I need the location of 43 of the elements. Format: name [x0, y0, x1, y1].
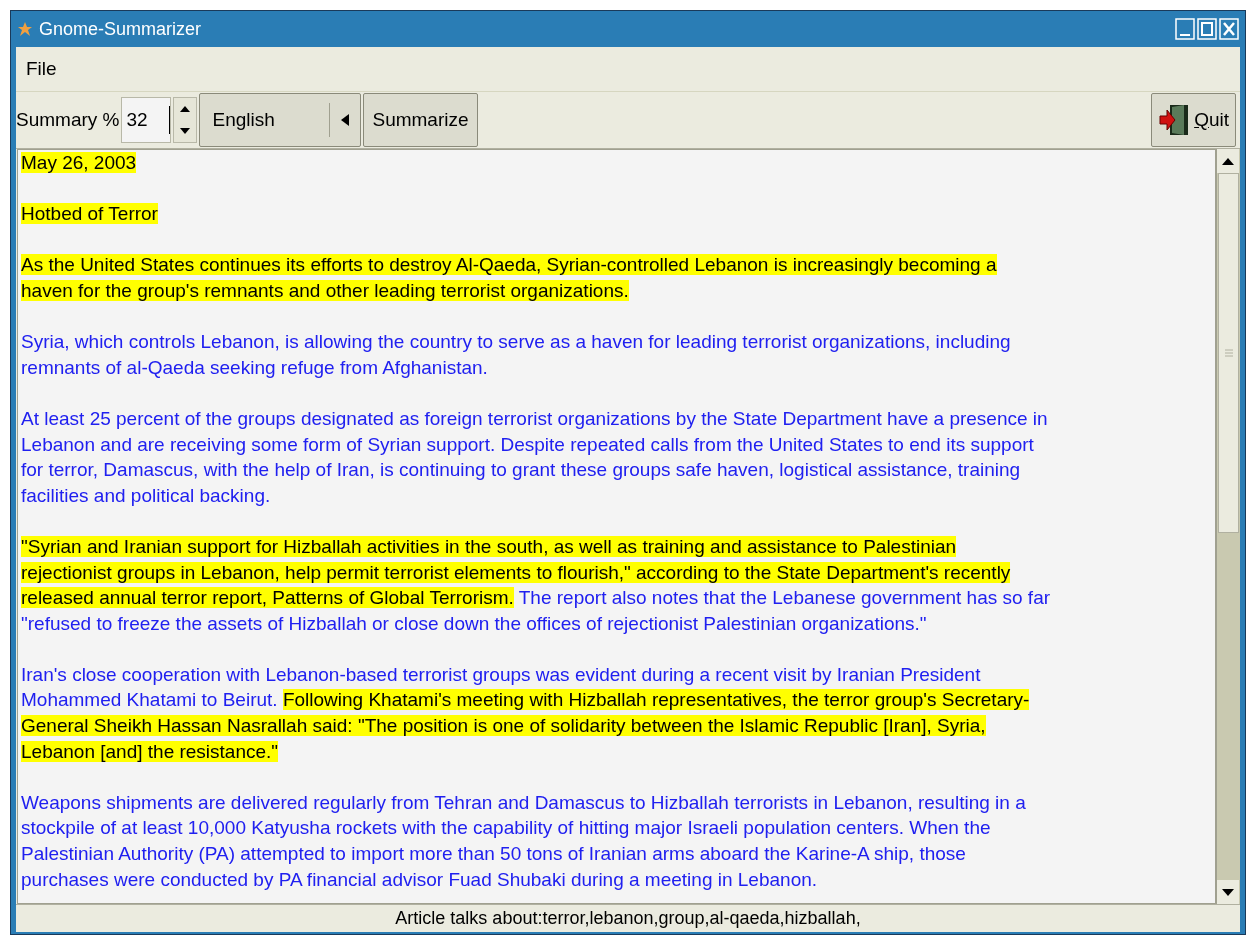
scrollbar[interactable]	[1216, 149, 1240, 904]
quit-button[interactable]: Quit	[1151, 93, 1236, 147]
close-icon[interactable]	[1219, 18, 1239, 40]
star-icon	[17, 21, 33, 37]
article-text: for terror, Damascus, with the help of Iran, is continuing to grant these groups safe haven, logistical assistance, training	[21, 459, 1021, 481]
spin-arrows-icon[interactable]	[173, 97, 198, 143]
article-text: At least 25 percent of the groups designated as foreign terrorist organizations by the State Department have a presence in	[21, 407, 1048, 429]
language-dropdown[interactable]: English	[199, 93, 362, 147]
article-text: Syria, which controls Lebanon, is allowing the country to serve as a haven for leading terrorist organizations, including	[21, 331, 1011, 353]
article-text: Lebanon and are receiving some form of Syrian support. Despite repeated calls from the United States to end its support	[21, 433, 1034, 455]
exit-door-icon	[1158, 103, 1191, 137]
maximize-icon[interactable]	[1197, 18, 1217, 40]
scroll-down-icon[interactable]	[1217, 880, 1239, 904]
highlighted-text: haven for the group's remnants and other leading terrorist organizations.	[21, 279, 629, 301]
article-text: purchases were conducted by PA financial advisor Fuad Shubaki during a meeting in Lebanon.	[21, 868, 818, 890]
article-text: The report also notes that the Lebanese government has so far	[517, 587, 1051, 609]
highlighted-text: Lebanon [and] the resistance."	[21, 740, 279, 762]
article-text: Weapons shipments are delivered regularly from Tehran and Damascus to Hizballah terrorists in Lebanon, resulting in a	[21, 791, 1026, 813]
highlighted-text: May 26, 2003	[21, 152, 137, 173]
highlighted-text: rejectionist groups in Lebanon, help permit terrorist elements to flourish," according to the State Department's recently	[21, 561, 1011, 583]
highlighted-text: General Sheikh Hassan Nasrallah said: "The position is one of solidarity between the Islamic Republic [Iran], Syria,	[21, 715, 986, 737]
caret-icon	[341, 114, 350, 126]
article-text: "refused to freeze the assets of Hizballah or close down the offices of rejectionist Palestinian organizations."	[21, 612, 927, 634]
scroll-up-icon[interactable]	[1217, 149, 1239, 173]
menu-item[interactable]: File	[26, 54, 57, 84]
minimize-icon[interactable]	[1175, 18, 1195, 40]
article-text: Palestinian Authority (PA) attempted to import more than 50 tons of Iranian arms aboard the Karine-A ship, those	[21, 843, 966, 865]
article-text: remnants of al-Qaeda seeking refuge from Afghanistan.	[21, 356, 488, 378]
scroll-grip-icon[interactable]	[1223, 348, 1234, 358]
highlighted-text: released annual terror report, Patterns of Global Terrorism.	[21, 587, 514, 609]
window-title: Gnome-Summarizer	[39, 17, 202, 41]
summarize-button[interactable]: Summarize	[363, 93, 478, 147]
article-text: Iran's close cooperation with Lebanon-based terrorist groups was evident during a recent visit by Iranian President	[21, 663, 981, 685]
highlighted-text: As the United States continues its efforts to destroy Al-Qaeda, Syrian-controlled Lebanon is increasingly becoming a	[21, 254, 997, 276]
status-bar-text: Article talks about:terror,lebanon,group,al-qaeda,hizballah,	[395, 907, 861, 930]
summary-percent-label: Summary %	[16, 107, 120, 132]
article-text: stockpile of at least 10,000 Katyusha rockets with the capability of hitting major Israeli population centers. When the	[21, 817, 991, 839]
percent-spin-field[interactable]: 32	[121, 97, 172, 143]
highlighted-text: Following Khatami's meeting with Hizballah representatives, the terror group's Secretary-	[282, 689, 1030, 711]
article-text: facilities and political backing.	[21, 484, 271, 506]
highlighted-text: "Syrian and Iranian support for Hizballah activities in the south, as well as training and assistance to Palestinian	[21, 535, 957, 557]
article-text: Mohammed Khatami to Beirut.	[21, 689, 279, 711]
highlighted-text: Hotbed of Terror	[21, 203, 158, 225]
